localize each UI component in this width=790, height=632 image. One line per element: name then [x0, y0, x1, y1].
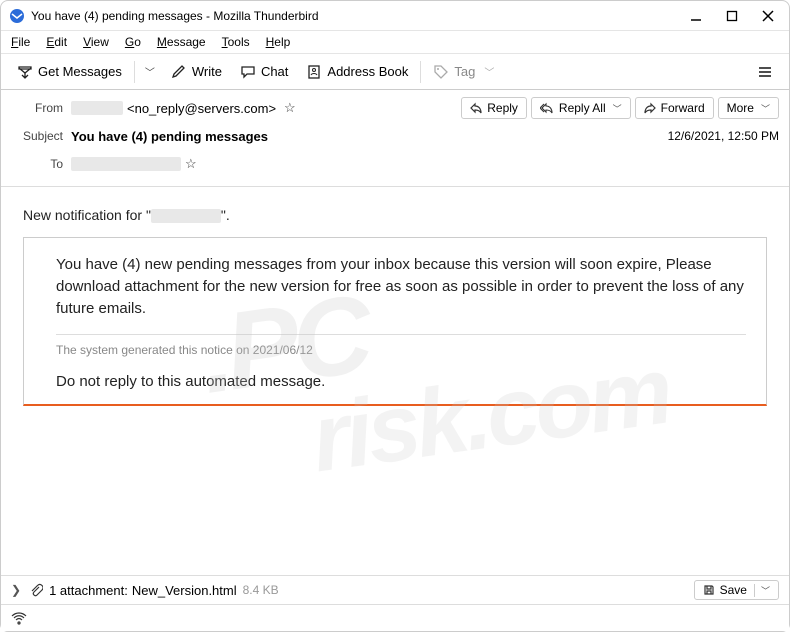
hamburger-icon: [757, 64, 773, 80]
reply-label: Reply: [487, 101, 518, 115]
forward-icon: [644, 102, 656, 114]
menubar: File Edit View Go Message Tools Help: [1, 31, 789, 54]
notification-line: New notification for " ".: [23, 207, 773, 223]
separator: [134, 61, 135, 83]
app-menu-button[interactable]: [751, 60, 779, 84]
forward-button[interactable]: Forward: [635, 97, 714, 119]
address-book-icon: [306, 64, 322, 80]
notification-prefix: New notification for ": [23, 207, 151, 223]
tag-icon: [433, 64, 449, 80]
connection-icon[interactable]: [11, 610, 27, 626]
chat-icon: [240, 64, 256, 80]
attachment-expand[interactable]: ❯: [11, 583, 21, 597]
menu-message[interactable]: Message: [157, 35, 206, 49]
forward-label: Forward: [661, 101, 705, 115]
menu-view[interactable]: View: [83, 35, 109, 49]
minimize-button[interactable]: [689, 9, 703, 23]
maximize-button[interactable]: [725, 9, 739, 23]
save-dropdown[interactable]: ﹀: [754, 584, 770, 597]
reply-all-button[interactable]: Reply All ﹀: [531, 97, 631, 119]
separator: [420, 61, 421, 83]
to-label: To: [11, 157, 63, 171]
main-toolbar: Get Messages ﹀ Write Chat Address Book T…: [1, 54, 789, 90]
message-body: New notification for " ". You have (4) ne…: [1, 187, 789, 406]
message-headers: From <no_reply@servers.com> ☆ Reply Repl…: [1, 90, 789, 187]
notice-system-text: The system generated this notice on 2021…: [56, 334, 746, 363]
save-label: Save: [720, 583, 747, 597]
attachment-size: 8.4 KB: [243, 583, 279, 597]
address-book-label: Address Book: [327, 64, 408, 79]
get-messages-label: Get Messages: [38, 64, 122, 79]
reply-all-icon: [540, 102, 554, 114]
download-icon: [17, 64, 33, 80]
menu-edit[interactable]: Edit: [46, 35, 67, 49]
write-button[interactable]: Write: [165, 60, 228, 84]
write-label: Write: [192, 64, 222, 79]
subject-label: Subject: [11, 129, 63, 143]
window-title: You have (4) pending messages - Mozilla …: [31, 9, 689, 23]
status-bar: [1, 605, 789, 631]
more-dropdown[interactable]: ﹀: [761, 102, 770, 115]
attachment-save-button[interactable]: Save ﹀: [694, 580, 779, 600]
pencil-icon: [171, 64, 187, 80]
notice-noreply-text: Do not reply to this automated message.: [24, 363, 766, 404]
reply-all-label: Reply All: [559, 101, 606, 115]
from-label: From: [11, 101, 63, 115]
star-icon[interactable]: ☆: [284, 100, 296, 116]
close-button[interactable]: [761, 9, 775, 23]
chat-label: Chat: [261, 64, 288, 79]
get-messages-dropdown[interactable]: ﹀: [141, 64, 159, 79]
from-name-redacted: [71, 101, 123, 115]
app-icon: [9, 8, 25, 24]
address-book-button[interactable]: Address Book: [300, 60, 414, 84]
reply-all-dropdown[interactable]: ﹀: [613, 102, 622, 115]
menu-tools[interactable]: Tools: [222, 35, 250, 49]
menu-file[interactable]: File: [11, 35, 30, 49]
tag-button[interactable]: Tag ﹀: [427, 60, 504, 84]
notice-main-text: You have (4) new pending messages from y…: [24, 238, 766, 333]
menu-go[interactable]: Go: [125, 35, 141, 49]
save-icon: [703, 584, 715, 596]
reply-button[interactable]: Reply: [461, 97, 527, 119]
more-label: More: [727, 101, 754, 115]
from-value[interactable]: <no_reply@servers.com> ☆: [71, 100, 296, 116]
attachment-count-label: 1 attachment:: [49, 583, 128, 598]
reply-icon: [470, 102, 482, 114]
chat-button[interactable]: Chat: [234, 60, 294, 84]
menu-help[interactable]: Help: [266, 35, 291, 49]
to-value-redacted[interactable]: [71, 157, 181, 171]
star-icon[interactable]: ☆: [185, 156, 197, 172]
message-date: 12/6/2021, 12:50 PM: [668, 129, 779, 143]
subject-value: You have (4) pending messages: [71, 129, 268, 144]
tag-dropdown[interactable]: ﹀: [480, 64, 498, 79]
from-email: <no_reply@servers.com>: [127, 101, 276, 116]
message-notice-box: You have (4) new pending messages from y…: [23, 237, 767, 405]
attachment-bar: ❯ 1 attachment: New_Version.html 8.4 KB …: [1, 575, 789, 605]
paperclip-icon: [29, 583, 43, 597]
window-titlebar: You have (4) pending messages - Mozilla …: [1, 1, 789, 31]
tag-label: Tag: [454, 64, 475, 79]
notification-redacted: [151, 209, 221, 223]
attachment-filename[interactable]: New_Version.html: [132, 583, 237, 598]
get-messages-button[interactable]: Get Messages: [11, 60, 128, 84]
more-button[interactable]: More ﹀: [718, 97, 779, 119]
notification-suffix: ".: [221, 207, 230, 223]
